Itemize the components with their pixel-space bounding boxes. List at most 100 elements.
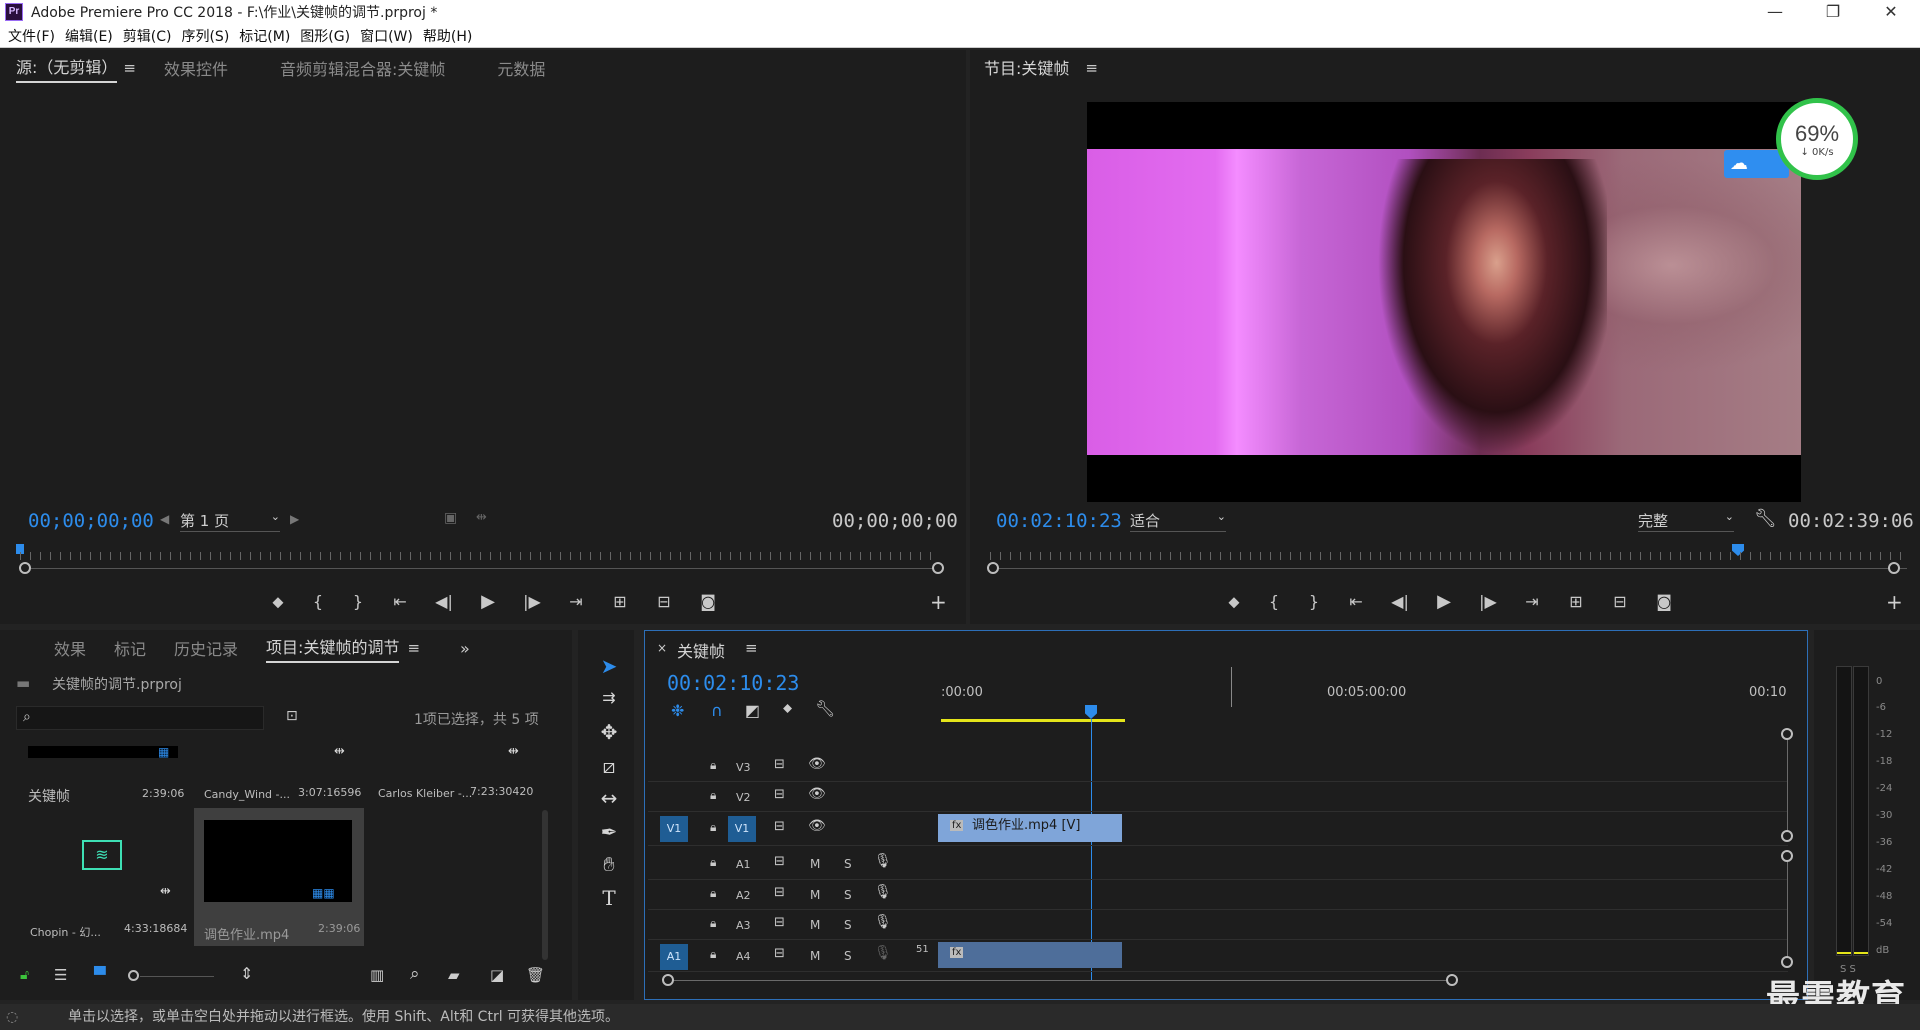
timeline-horizontal-scrollbar[interactable] bbox=[668, 980, 1450, 981]
next-page-icon[interactable]: ▶ bbox=[290, 512, 299, 526]
lock-icon[interactable]: 🔓︎ bbox=[20, 967, 29, 983]
add-button-icon[interactable]: + bbox=[1886, 590, 1903, 614]
lock-icon[interactable]: 🔒︎ bbox=[710, 820, 716, 835]
menu-marker[interactable]: 标记(M) bbox=[239, 26, 290, 46]
go-to-in-icon[interactable]: ⇤ bbox=[1334, 592, 1378, 611]
lock-icon[interactable]: 🔒︎ bbox=[710, 758, 716, 773]
audio-scroll-top-handle[interactable] bbox=[1781, 850, 1793, 862]
trash-icon[interactable]: 🗑︎ bbox=[526, 966, 545, 984]
close-tab-icon[interactable]: × bbox=[657, 641, 667, 655]
minimize-button[interactable]: — bbox=[1746, 0, 1804, 24]
automate-to-sequence-icon[interactable]: ▥ bbox=[370, 966, 384, 984]
more-panels-icon[interactable]: » bbox=[460, 639, 470, 658]
microphone-icon[interactable]: 🎙︎ bbox=[874, 914, 892, 930]
timeline-scroll-left-handle[interactable] bbox=[662, 974, 674, 986]
add-button-icon[interactable]: + bbox=[930, 590, 947, 614]
step-back-icon[interactable]: ◀| bbox=[1378, 592, 1422, 611]
mute-button[interactable]: M bbox=[810, 888, 820, 902]
video-clip[interactable]: 调色作业.mp4 [V] bbox=[938, 814, 1122, 842]
type-tool-icon[interactable]: T bbox=[594, 886, 624, 910]
panel-menu-icon[interactable]: ≡ bbox=[745, 639, 758, 657]
new-bin-icon[interactable]: ▰ bbox=[448, 966, 460, 984]
hand-tool-icon[interactable]: ✋︎ bbox=[594, 852, 624, 876]
snap-icon[interactable]: ❉ bbox=[671, 701, 684, 720]
thumbnail-size-slider-handle[interactable] bbox=[128, 970, 139, 981]
lock-icon[interactable]: 🔒︎ bbox=[710, 916, 716, 931]
magnet-icon[interactable]: ∩ bbox=[711, 701, 723, 720]
sync-icon[interactable]: ⊟ bbox=[774, 854, 785, 869]
source-zoom-left-handle[interactable] bbox=[19, 562, 31, 574]
thumb-keyframe-sequence[interactable] bbox=[28, 746, 178, 758]
project-item-name[interactable]: 调色作业.mp4 bbox=[204, 924, 289, 943]
find-bin-icon[interactable]: ⊡ bbox=[286, 708, 298, 724]
settings-square-icon[interactable]: ▣ bbox=[444, 510, 457, 526]
add-marker-icon[interactable]: ⬥ bbox=[258, 592, 298, 612]
timeline-playhead-handle[interactable] bbox=[1085, 705, 1097, 719]
project-item-name[interactable]: Chopin - 幻... bbox=[30, 924, 101, 940]
selection-tool-icon[interactable]: ➤ bbox=[594, 654, 624, 678]
sync-icon[interactable]: ⊟ bbox=[774, 946, 785, 961]
go-to-out-icon[interactable]: ⇥ bbox=[1510, 592, 1554, 611]
source-patch-v1[interactable]: V1 bbox=[660, 816, 688, 842]
menu-file[interactable]: 文件(F) bbox=[8, 26, 55, 46]
project-item-name[interactable]: Carlos Kleiber -... bbox=[378, 787, 472, 800]
menu-graphics[interactable]: 图形(G) bbox=[300, 26, 350, 46]
solo-button[interactable]: S bbox=[844, 949, 852, 963]
timeline-vertical-scrollbar-video[interactable] bbox=[1787, 736, 1788, 836]
video-scroll-top-handle[interactable] bbox=[1781, 728, 1793, 740]
sync-icon[interactable]: ⊟ bbox=[774, 819, 785, 834]
insert-arrows-icon[interactable]: ⇹ bbox=[476, 510, 487, 525]
sync-icon[interactable]: ⊟ bbox=[774, 885, 785, 900]
lock-icon[interactable]: 🔒︎ bbox=[710, 947, 716, 962]
program-zoom-right-handle[interactable] bbox=[1888, 562, 1900, 574]
export-frame-icon[interactable]: ◙ bbox=[686, 592, 730, 611]
work-area-bar[interactable] bbox=[941, 719, 1125, 722]
page-dropdown[interactable]: 第 1 页 ⌄ bbox=[180, 510, 280, 532]
microphone-icon[interactable]: 🎙︎ bbox=[874, 853, 892, 869]
tab-program[interactable]: 节目:关键帧 bbox=[984, 55, 1069, 82]
wrench-icon[interactable]: 🔧︎ bbox=[815, 699, 835, 718]
tab-effect-controls[interactable]: 效果控件 bbox=[164, 56, 228, 80]
program-timecode-current[interactable]: 00:02:10:23 bbox=[996, 510, 1122, 532]
tab-effects[interactable]: 效果 bbox=[54, 636, 86, 660]
zoom-dropdown[interactable]: 适合 ⌄ bbox=[1130, 510, 1226, 532]
play-icon[interactable]: ▶ bbox=[1422, 591, 1466, 612]
source-zoom-right-handle[interactable] bbox=[932, 562, 944, 574]
program-zoom-bar[interactable] bbox=[995, 568, 1907, 569]
sync-icon[interactable]: ⊟ bbox=[774, 915, 785, 930]
mute-button[interactable]: M bbox=[810, 918, 820, 932]
overwrite-icon[interactable]: ⊟ bbox=[642, 592, 686, 611]
project-item-name[interactable]: Candy_Wind -... bbox=[204, 788, 290, 801]
sync-icon[interactable]: ⊟ bbox=[774, 757, 785, 772]
lock-icon[interactable]: 🔒︎ bbox=[710, 855, 716, 870]
audio-clip[interactable] bbox=[938, 942, 1122, 968]
menu-sequence[interactable]: 序列(S) bbox=[181, 26, 229, 46]
source-zoom-bar[interactable] bbox=[25, 568, 937, 569]
restore-button[interactable]: ❐ bbox=[1804, 0, 1862, 24]
lock-icon[interactable]: 🔒︎ bbox=[710, 886, 716, 901]
add-marker-icon[interactable]: ⬥ bbox=[1214, 592, 1254, 612]
linked-selection-icon[interactable]: ◩ bbox=[745, 701, 760, 720]
lift-icon[interactable]: ⊞ bbox=[1554, 592, 1598, 611]
find-icon[interactable]: ⌕ bbox=[410, 964, 420, 984]
extract-icon[interactable]: ⊟ bbox=[1598, 592, 1642, 611]
new-item-icon[interactable]: ◪ bbox=[490, 966, 504, 984]
panel-menu-icon[interactable]: ≡ bbox=[1085, 59, 1098, 77]
timeline-scroll-right-handle[interactable] bbox=[1446, 974, 1458, 986]
eye-icon[interactable]: 👁︎ bbox=[808, 756, 826, 772]
mark-out-icon[interactable]: } bbox=[1294, 592, 1334, 611]
sort-icon[interactable]: ⇕ bbox=[240, 964, 253, 983]
icon-view-icon[interactable]: ▀ bbox=[94, 966, 106, 984]
video-scroll-bottom-handle[interactable] bbox=[1781, 830, 1793, 842]
tab-source[interactable]: 源:（无剪辑） bbox=[16, 54, 118, 83]
eye-icon[interactable]: 👁︎ bbox=[808, 818, 826, 834]
play-icon[interactable]: ▶ bbox=[466, 591, 510, 612]
menu-window[interactable]: 窗口(W) bbox=[360, 26, 413, 46]
quality-dropdown[interactable]: 完整 ⌄ bbox=[1638, 510, 1734, 532]
eye-icon[interactable]: 👁︎ bbox=[808, 786, 826, 802]
list-view-icon[interactable]: ☰ bbox=[54, 966, 67, 984]
panel-menu-icon[interactable]: ≡ bbox=[407, 639, 420, 657]
tab-project[interactable]: 项目:关键帧的调节 bbox=[266, 634, 400, 663]
program-zoom-left-handle[interactable] bbox=[987, 562, 999, 574]
project-item-name[interactable]: 关键帧 bbox=[28, 786, 70, 806]
